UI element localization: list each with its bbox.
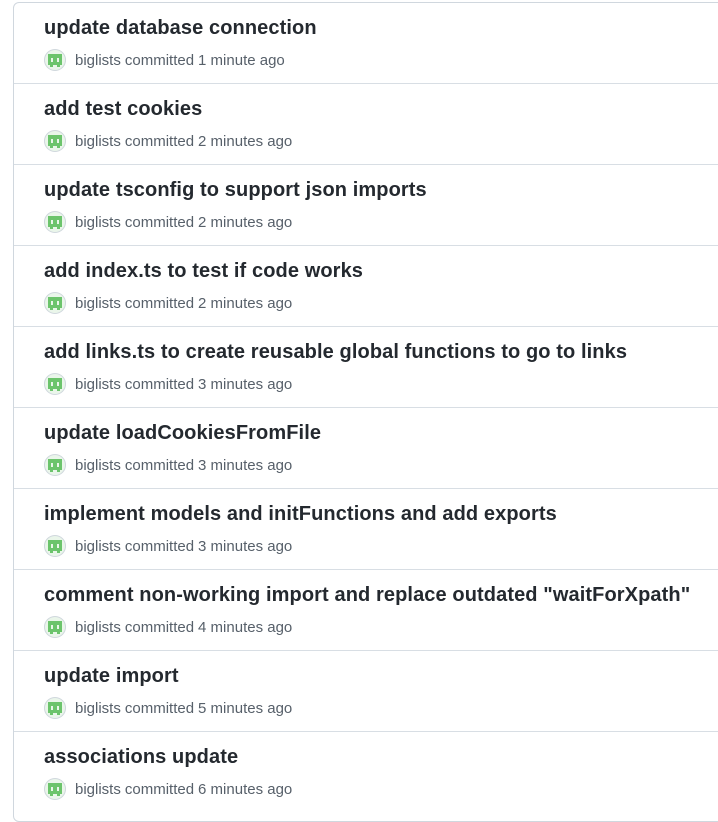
commit-title[interactable]: implement models and initFunctions and a…	[44, 503, 557, 526]
commit-row: add index.ts to test if code works bigli…	[14, 246, 718, 327]
commit-time: 3 minutes ago	[198, 537, 293, 555]
commit-verb: committed	[124, 537, 195, 555]
avatar-icon[interactable]	[44, 130, 66, 152]
commit-title[interactable]: update tsconfig to support json imports	[44, 179, 427, 202]
commit-verb: committed	[124, 618, 195, 636]
avatar-icon[interactable]	[44, 535, 66, 557]
commit-verb: committed	[124, 51, 195, 69]
commit-time: 2 minutes ago	[198, 132, 293, 150]
commit-author[interactable]: biglists	[75, 133, 121, 150]
avatar-icon[interactable]	[44, 211, 66, 233]
commit-meta: biglists committed 5 minutes ago	[44, 697, 292, 719]
commit-meta: biglists committed 4 minutes ago	[44, 616, 292, 638]
commit-time: 4 minutes ago	[198, 618, 293, 636]
commit-title[interactable]: comment non-working import and replace o…	[44, 584, 690, 607]
avatar-icon[interactable]	[44, 49, 66, 71]
commit-row: add links.ts to create reusable global f…	[14, 327, 718, 408]
commit-row: associations update biglists committed 6…	[14, 732, 718, 813]
commit-verb: committed	[124, 132, 195, 150]
commit-verb: committed	[124, 699, 195, 717]
commit-meta: biglists committed 3 minutes ago	[44, 535, 292, 557]
commit-row: comment non-working import and replace o…	[14, 570, 718, 651]
commit-verb: committed	[124, 213, 195, 231]
commit-row: update loadCookiesFromFile biglists comm…	[14, 408, 718, 489]
commit-meta: biglists committed 3 minutes ago	[44, 454, 292, 476]
commit-row: implement models and initFunctions and a…	[14, 489, 718, 570]
avatar-icon[interactable]	[44, 373, 66, 395]
commit-title[interactable]: add index.ts to test if code works	[44, 260, 363, 283]
commit-verb: committed	[124, 456, 195, 474]
commit-time: 2 minutes ago	[198, 213, 293, 231]
commit-title[interactable]: update loadCookiesFromFile	[44, 422, 321, 445]
commit-row: update database connection biglists comm…	[14, 3, 718, 84]
commit-row: update tsconfig to support json imports …	[14, 165, 718, 246]
commit-time: 3 minutes ago	[198, 456, 293, 474]
commit-author[interactable]: biglists	[75, 52, 121, 69]
avatar-icon[interactable]	[44, 778, 66, 800]
commit-author[interactable]: biglists	[75, 457, 121, 474]
commit-time: 2 minutes ago	[198, 294, 293, 312]
commit-author[interactable]: biglists	[75, 700, 121, 717]
commit-title[interactable]: update database connection	[44, 17, 317, 40]
commit-time: 5 minutes ago	[198, 699, 293, 717]
commit-verb: committed	[124, 294, 195, 312]
avatar-icon[interactable]	[44, 454, 66, 476]
commit-title[interactable]: update import	[44, 665, 179, 688]
commit-author[interactable]: biglists	[75, 295, 121, 312]
commit-time: 6 minutes ago	[198, 780, 293, 798]
commit-time: 3 minutes ago	[198, 375, 293, 393]
commit-meta: biglists committed 2 minutes ago	[44, 292, 292, 314]
commit-meta: biglists committed 2 minutes ago	[44, 211, 292, 233]
avatar-icon[interactable]	[44, 616, 66, 638]
commit-meta: biglists committed 3 minutes ago	[44, 373, 292, 395]
commit-author[interactable]: biglists	[75, 538, 121, 555]
commit-verb: committed	[124, 375, 195, 393]
commit-author[interactable]: biglists	[75, 619, 121, 636]
avatar-icon[interactable]	[44, 292, 66, 314]
commit-author[interactable]: biglists	[75, 376, 121, 393]
commit-meta: biglists committed 1 minute ago	[44, 49, 285, 71]
commit-author[interactable]: biglists	[75, 214, 121, 231]
commit-list: update database connection biglists comm…	[13, 2, 718, 822]
commit-meta: biglists committed 2 minutes ago	[44, 130, 292, 152]
commit-row: add test cookies biglists committed 2 mi…	[14, 84, 718, 165]
commit-title[interactable]: associations update	[44, 746, 238, 769]
commit-title[interactable]: add links.ts to create reusable global f…	[44, 341, 627, 364]
commit-row: update import biglists committed 5 minut…	[14, 651, 718, 732]
commit-meta: biglists committed 6 minutes ago	[44, 778, 292, 800]
commit-title[interactable]: add test cookies	[44, 98, 202, 121]
commit-verb: committed	[124, 780, 195, 798]
commit-author[interactable]: biglists	[75, 781, 121, 798]
avatar-icon[interactable]	[44, 697, 66, 719]
commit-time: 1 minute ago	[198, 51, 285, 69]
